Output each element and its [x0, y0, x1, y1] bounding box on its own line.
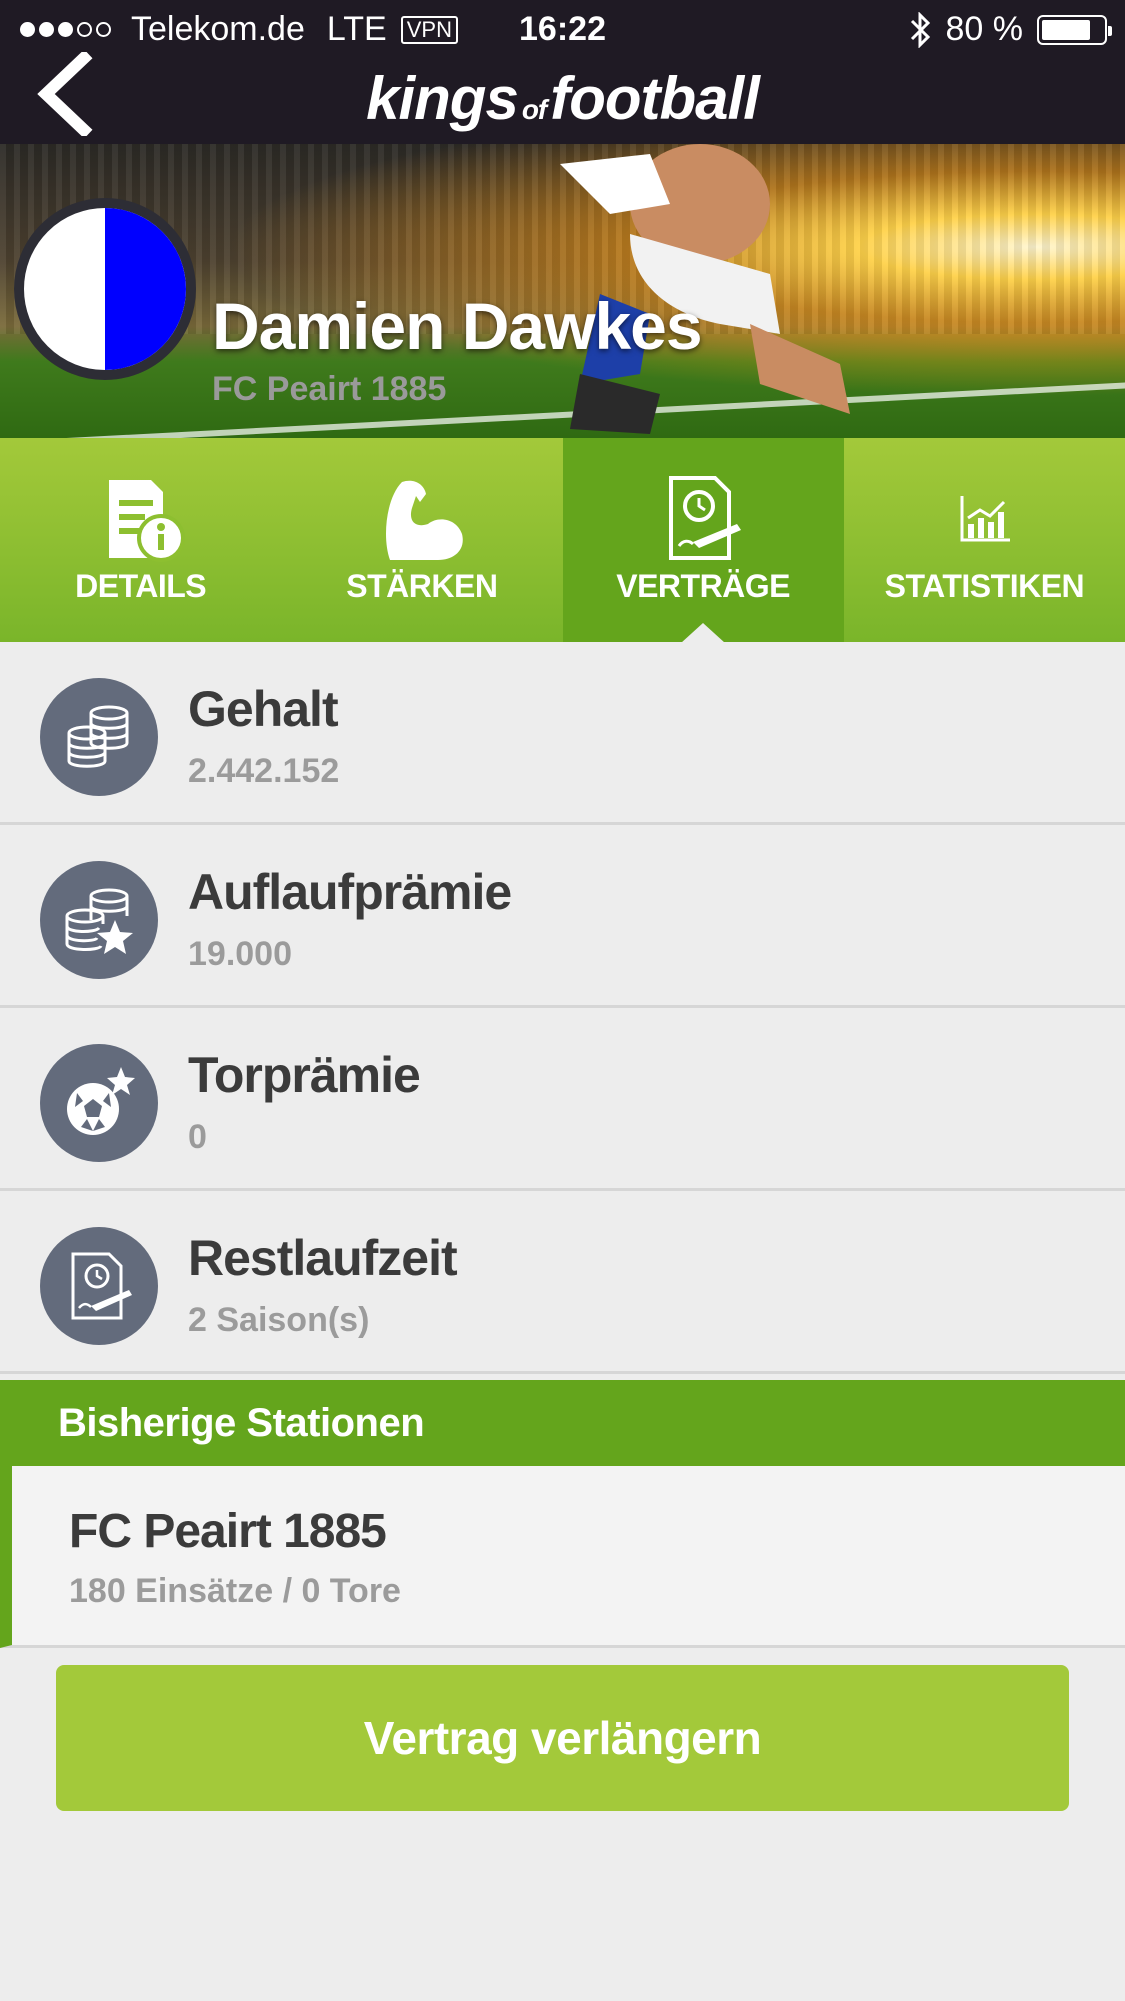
player-name: Damien Dawkes	[212, 289, 703, 363]
top-bar: Telekom.de LTE VPN 16:22 80 % kings offoo…	[0, 0, 1125, 144]
contract-value: 19.000	[188, 935, 292, 973]
tab-label: STATISTIKEN	[884, 568, 1085, 604]
app-logo: kings offootball	[366, 65, 760, 132]
active-tab-pointer	[681, 623, 726, 643]
muscle-arm-icon	[385, 480, 463, 560]
contract-row-auflaufpraemie: Auflaufprämie 19.000	[0, 825, 1125, 1008]
contract-title: Torprämie	[188, 1047, 421, 1103]
contract-value: 2.442.152	[188, 752, 340, 790]
club-badge-avatar	[14, 198, 196, 380]
contract-title: Gehalt	[188, 681, 339, 737]
contract-value: 2 Saison(s)	[188, 1301, 370, 1339]
contract-clock-icon	[669, 476, 742, 560]
coins-icon	[40, 678, 158, 796]
station-stats: 180 Einsätze / 0 Tore	[69, 1572, 401, 1610]
contract-value: 0	[188, 1118, 207, 1156]
battery-percent: 80 %	[945, 10, 1024, 48]
contract-row-torpraemie: Torprämie 0	[0, 1008, 1125, 1191]
station-item: FC Peairt 1885 180 Einsätze / 0 Tore	[0, 1466, 1125, 1648]
stations-header: Bisherige Stationen	[0, 1380, 1125, 1466]
tab-vertraege[interactable]: VERTRÄGE	[562, 438, 844, 643]
contract-row-gehalt: Gehalt 2.442.152	[0, 642, 1125, 825]
contract-title: Restlaufzeit	[188, 1230, 458, 1286]
player-club: FC Peairt 1885	[212, 370, 447, 408]
status-bar: Telekom.de LTE VPN 16:22 80 %	[0, 0, 1125, 62]
contract-row-restlaufzeit: Restlaufzeit 2 Saison(s)	[0, 1191, 1125, 1374]
tab-details[interactable]: DETAILS	[0, 438, 281, 642]
tab-label: DETAILS	[75, 568, 207, 604]
player-tabs: DETAILS STÄRKEN VERTRÄGE STATISTIKEN	[0, 438, 1125, 643]
document-info-icon	[108, 480, 185, 562]
contract-details-list: Gehalt 2.442.152 Auflaufprämie 19.000 To…	[0, 642, 1125, 1374]
bar-chart-icon	[960, 496, 1011, 542]
tab-staerken[interactable]: STÄRKEN	[281, 438, 562, 642]
station-club: FC Peairt 1885	[69, 1505, 387, 1558]
battery-icon	[1037, 14, 1112, 45]
bluetooth-icon	[910, 11, 930, 48]
tab-label: STÄRKEN	[346, 568, 498, 604]
extend-contract-button[interactable]: Vertrag verlängern	[56, 1665, 1069, 1811]
tab-statistiken[interactable]: STATISTIKEN	[844, 438, 1125, 642]
contract-clock-icon	[40, 1227, 158, 1345]
coins-star-icon	[40, 861, 158, 979]
football-star-icon	[40, 1044, 158, 1162]
tab-label: VERTRÄGE	[616, 568, 791, 604]
contract-title: Auflaufprämie	[188, 864, 512, 920]
